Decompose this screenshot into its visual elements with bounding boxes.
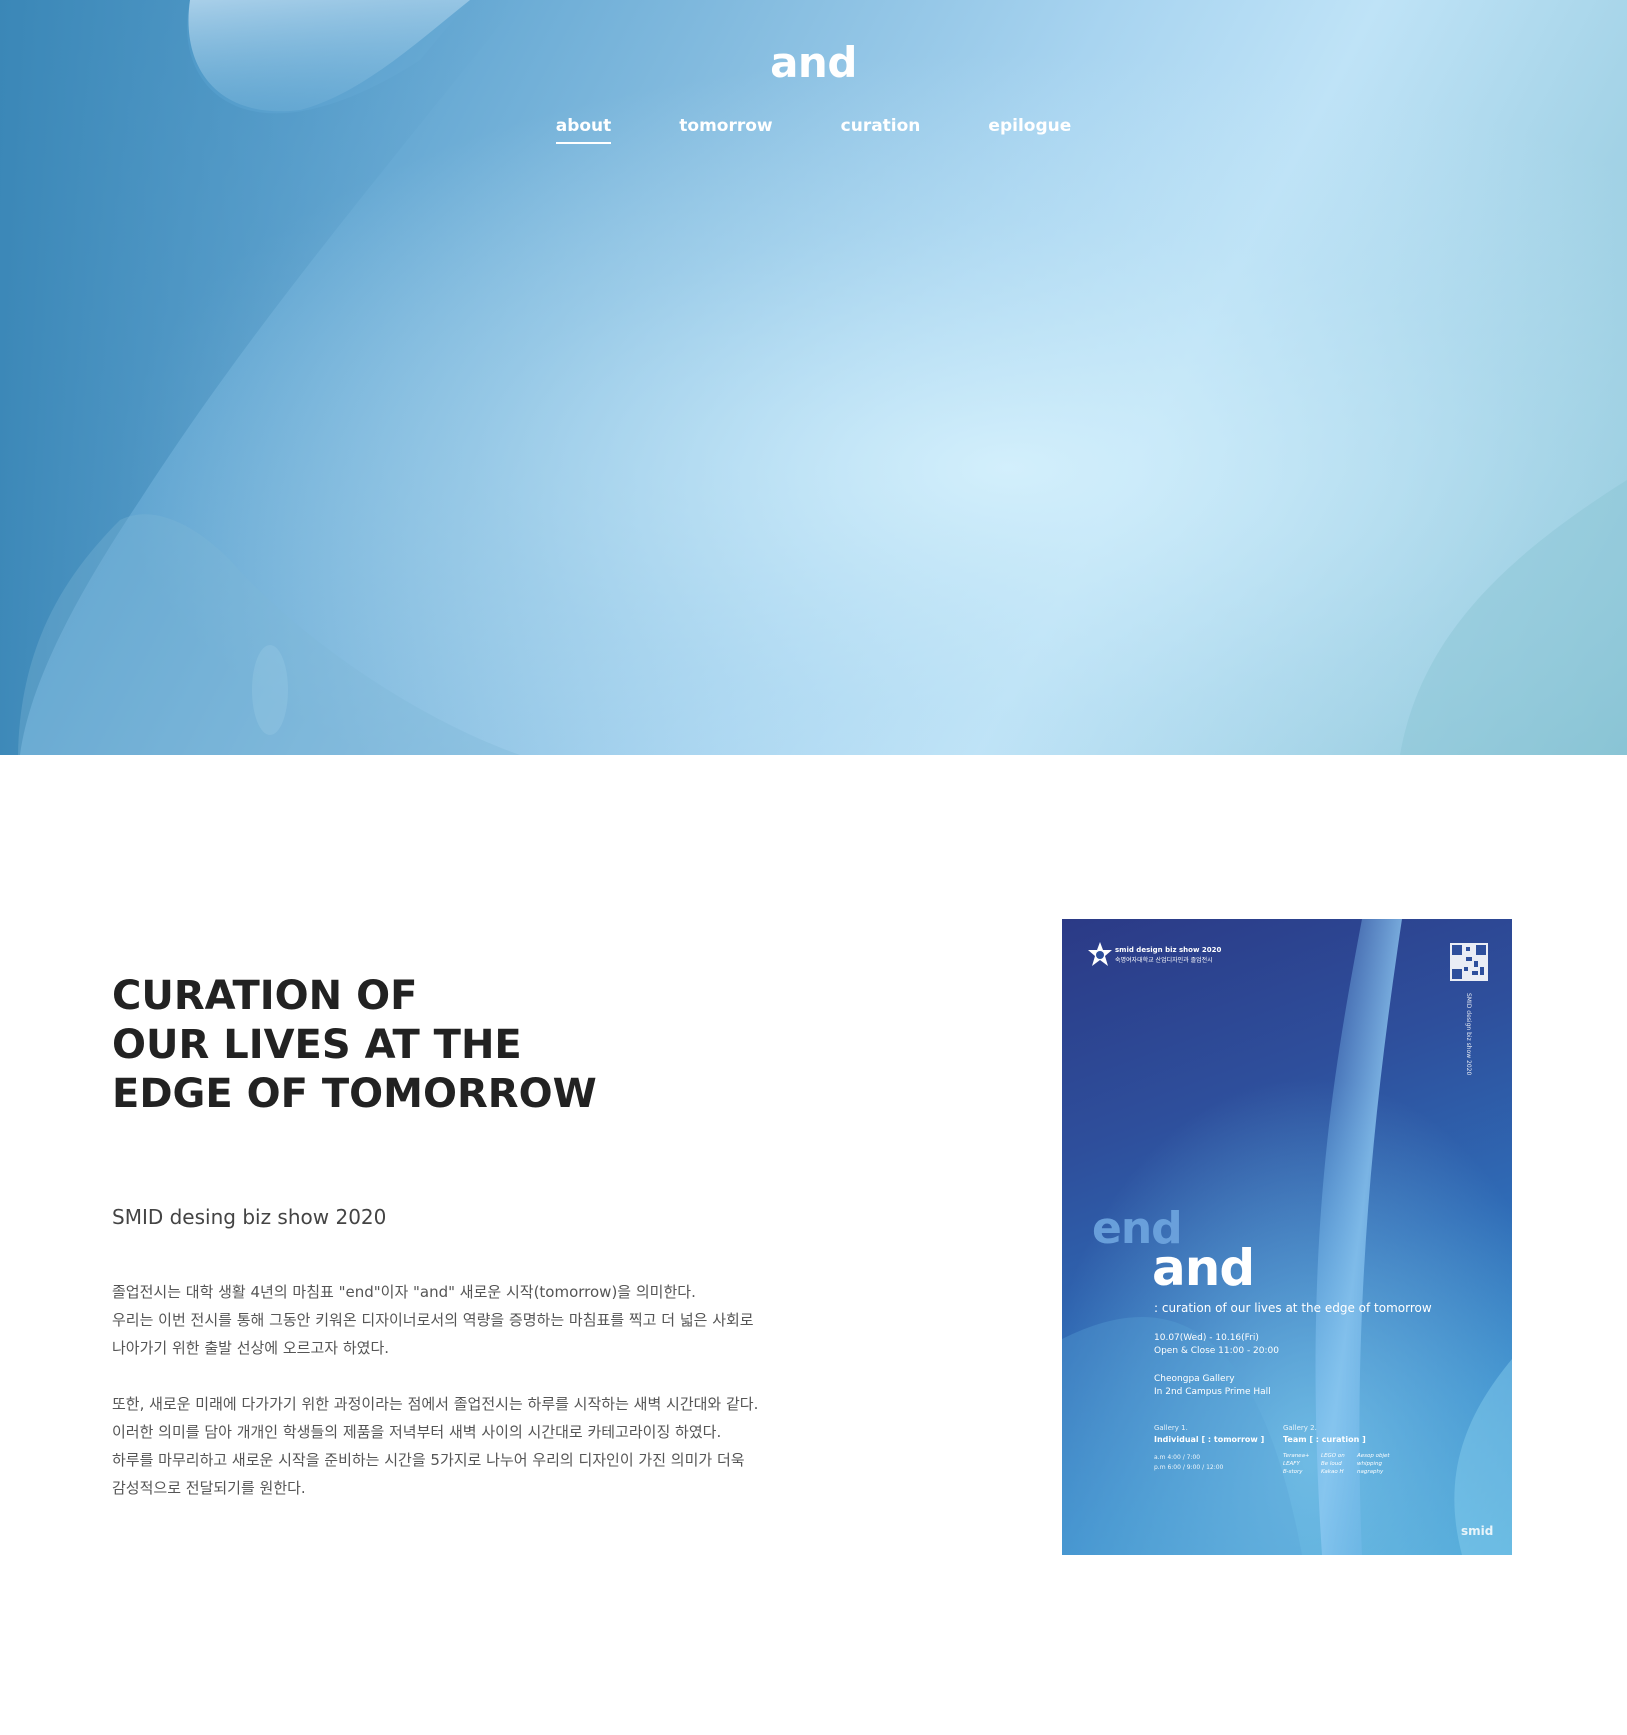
hero-banner: and about tomorrow curation epilogue [0,0,1627,755]
poster-team-list: Teranea+ LEGO on Aesop objet LEAFY Be lo… [1283,1453,1397,1475]
university-emblem-icon [1088,942,1112,966]
poster-header-subtitle: 숙명여자대학교 산업디자인과 졸업전시 [1115,957,1213,964]
nav-item-epilogue[interactable]: epilogue [988,116,1071,144]
qr-code-icon [1450,943,1488,981]
poster-dates: 10.07(Wed) - 10.16(Fri) [1154,1333,1259,1343]
poster-team-item: B-story [1283,1469,1303,1475]
poster-team-item: Teranea+ [1283,1453,1310,1459]
intro-paragraph-1: 졸업전시는 대학 생활 4년의 마침표 "end"이자 "and" 새로운 시작… [112,1283,754,1357]
poster-team-item: Aesop objet [1357,1453,1390,1459]
nav-item-tomorrow[interactable]: tomorrow [679,116,772,144]
poster-brand-logo: smid [1461,1524,1494,1538]
poster-team-item: nagraphy [1357,1469,1384,1475]
page-heading: CURATION OF OUR LIVES AT THE EDGE OF TOM… [112,973,597,1117]
poster-gallery1-time-pm: p.m 6:00 / 9:00 / 12:00 [1154,1464,1224,1471]
poster-header-title: smid design biz show 2020 [1115,946,1222,954]
poster-team-item: Kakao H [1321,1469,1344,1475]
nav-item-about[interactable]: about [555,116,612,144]
poster-venue: Cheongpa Gallery [1154,1374,1235,1384]
nav-item-curation[interactable]: curation [841,116,921,144]
poster-gallery2-label: Gallery 2. [1283,1424,1317,1432]
poster-team-item: LEAFY [1283,1461,1300,1467]
poster-team-item: whipping [1357,1461,1382,1467]
poster-gallery2-title: Team [ : curation ] [1283,1435,1366,1444]
hero-background-image [0,0,1627,755]
exhibition-poster: smid design biz show 2020 숙명여자대학교 산업디자인과… [1062,919,1512,1555]
poster-venue-hall: In 2nd Campus Prime Hall [1154,1387,1271,1397]
poster-team-item: LEGO on [1321,1453,1345,1459]
poster-tagline: : curation of our lives at the edge of t… [1154,1301,1432,1315]
poster-gallery1-title: Individual [ : tomorrow ] [1154,1435,1265,1444]
show-subtitle: SMID desing biz show 2020 [112,1205,387,1229]
poster-team-item: Be loud [1321,1461,1342,1467]
poster-gallery1-time-am: a.m 4:00 / 7:00 [1154,1454,1201,1461]
main-nav: about tomorrow curation epilogue [0,116,1627,144]
poster-vertical-text: SMID design biz show 2020 [1465,993,1472,1076]
site-title-logo[interactable]: and [0,38,1627,87]
poster-gallery1-label: Gallery 1. [1154,1424,1188,1432]
intro-paragraph-2: 또한, 새로운 미래에 다가가기 위한 과정이라는 점에서 졸업전시는 하루를 … [112,1395,759,1497]
poster-hours: Open & Close 11:00 - 20:00 [1154,1346,1279,1356]
poster-word-and: and [1152,1239,1255,1297]
